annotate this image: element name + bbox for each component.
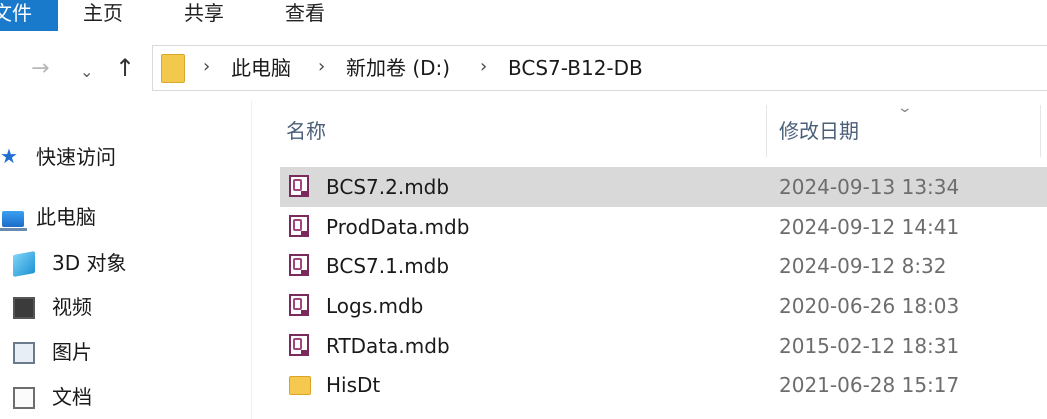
access-database-icon bbox=[289, 294, 309, 316]
nav-item-documents[interactable]: 文档 bbox=[0, 382, 250, 414]
folder-row[interactable]: HisDt 2021-06-28 15:17 bbox=[280, 365, 1047, 405]
folder-icon bbox=[161, 54, 185, 83]
ribbon-tabs: 文件 主页 共享 查看 bbox=[0, 0, 1047, 34]
file-row[interactable]: Logs.mdb 2020-06-26 18:03 bbox=[280, 286, 1047, 326]
access-database-icon bbox=[289, 175, 309, 197]
file-list: ⌄ 名称 修改日期 BCS7.2.mdb 2024-09-13 13:34 Pr… bbox=[280, 100, 1047, 419]
breadcrumb-this-pc[interactable]: 此电脑 bbox=[231, 55, 291, 81]
up-button[interactable]: ↑ bbox=[115, 54, 135, 82]
column-divider[interactable] bbox=[766, 105, 767, 157]
tab-share[interactable]: 共享 bbox=[184, 0, 224, 26]
breadcrumb-drive-d[interactable]: 新加卷 (D:) bbox=[346, 55, 450, 81]
nav-item-videos[interactable]: 视频 bbox=[0, 292, 250, 324]
file-modified-date: 2015-02-12 18:31 bbox=[779, 334, 960, 358]
pane-divider[interactable] bbox=[251, 100, 252, 419]
file-name: ProdData.mdb bbox=[326, 215, 470, 239]
nav-item-label: 视频 bbox=[52, 295, 92, 319]
file-row[interactable]: ProdData.mdb 2024-09-12 14:41 bbox=[280, 207, 1047, 247]
nav-item-label: 图片 bbox=[52, 340, 92, 364]
tab-file[interactable]: 文件 bbox=[0, 0, 58, 31]
file-row[interactable]: BCS7.2.mdb 2024-09-13 13:34 bbox=[280, 167, 1047, 207]
recent-locations-chevron-icon[interactable]: ⌄ bbox=[80, 58, 93, 86]
breadcrumb-current-folder[interactable]: BCS7-B12-DB bbox=[508, 55, 643, 81]
file-modified-date: 2020-06-26 18:03 bbox=[779, 294, 960, 318]
access-database-icon bbox=[289, 334, 309, 356]
forward-button[interactable]: → bbox=[31, 55, 49, 83]
file-name: BCS7.2.mdb bbox=[326, 175, 450, 199]
breadcrumb-chevron-icon[interactable]: › bbox=[480, 56, 487, 77]
file-name: Logs.mdb bbox=[326, 294, 424, 318]
access-database-icon bbox=[289, 254, 309, 276]
nav-item-3d-objects[interactable]: 3D 对象 bbox=[0, 248, 250, 280]
breadcrumb-chevron-icon[interactable]: › bbox=[203, 56, 210, 77]
nav-item-pictures[interactable]: 图片 bbox=[0, 337, 250, 369]
file-name: BCS7.1.mdb bbox=[326, 254, 450, 278]
3d-objects-icon bbox=[13, 251, 35, 277]
documents-icon bbox=[13, 387, 35, 409]
file-modified-date: 2021-06-28 15:17 bbox=[779, 373, 960, 397]
column-header-modified[interactable]: 修改日期 bbox=[779, 118, 859, 144]
video-icon bbox=[13, 297, 35, 319]
folder-icon bbox=[289, 376, 311, 395]
navigation-pane: ★ 快速访问 此电脑 3D 对象 视频 图片 文档 bbox=[0, 120, 250, 419]
file-name: RTData.mdb bbox=[326, 334, 450, 358]
column-divider[interactable] bbox=[1040, 105, 1041, 157]
file-row[interactable]: BCS7.1.mdb 2024-09-12 8:32 bbox=[280, 246, 1047, 286]
file-modified-date: 2024-09-12 14:41 bbox=[779, 215, 960, 239]
nav-item-label: 3D 对象 bbox=[52, 251, 127, 275]
star-icon: ★ bbox=[0, 144, 18, 168]
file-name: HisDt bbox=[326, 373, 381, 397]
tab-view[interactable]: 查看 bbox=[285, 0, 325, 26]
nav-item-label: 文档 bbox=[52, 385, 92, 409]
file-modified-date: 2024-09-13 13:34 bbox=[779, 175, 960, 199]
tab-file-label: 文件 bbox=[0, 1, 32, 25]
tab-home[interactable]: 主页 bbox=[83, 0, 123, 26]
nav-item-label: 快速访问 bbox=[36, 145, 116, 169]
nav-item-this-pc[interactable]: 此电脑 bbox=[0, 202, 250, 234]
computer-icon bbox=[0, 211, 27, 231]
nav-item-label: 此电脑 bbox=[36, 205, 96, 229]
nav-item-quick-access[interactable]: ★ 快速访问 bbox=[0, 142, 250, 174]
sort-chevron-icon: ⌄ bbox=[896, 100, 914, 116]
address-bar[interactable]: › 此电脑 › 新加卷 (D:) › BCS7-B12-DB bbox=[152, 45, 1047, 91]
column-header-name[interactable]: 名称 bbox=[286, 118, 326, 144]
access-database-icon bbox=[289, 215, 309, 237]
breadcrumb-chevron-icon[interactable]: › bbox=[318, 56, 325, 77]
file-row[interactable]: RTData.mdb 2015-02-12 18:31 bbox=[280, 326, 1047, 366]
pictures-icon bbox=[13, 342, 35, 364]
file-modified-date: 2024-09-12 8:32 bbox=[779, 254, 947, 278]
